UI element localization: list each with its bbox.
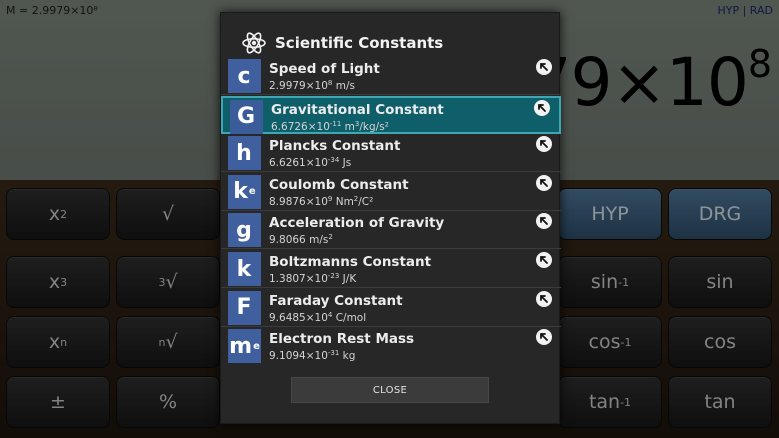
insert-arrow-icon[interactable]	[534, 99, 550, 116]
constant-row[interactable]: c Speed of Light 2.9979×108 m/s	[221, 57, 561, 95]
constant-symbol-tile: g	[228, 213, 261, 248]
constant-row[interactable]: h Plancks Constant 6.6261×10-34 Js	[221, 134, 561, 173]
constant-symbol: k	[236, 256, 252, 282]
constant-symbol: k	[233, 179, 248, 205]
close-button[interactable]: CLOSE	[291, 377, 489, 403]
constant-name: Plancks Constant	[269, 138, 401, 155]
constant-name: Boltzmanns Constant	[269, 254, 432, 270]
constant-symbol: F	[236, 295, 252, 321]
insert-arrow-icon[interactable]	[536, 59, 552, 75]
constant-name: Electron Rest Mass	[269, 331, 415, 348]
insert-arrow-icon[interactable]	[536, 290, 552, 307]
constant-value: 6.6261×10-34 Js	[269, 156, 352, 170]
constant-symbol-tile: me	[228, 329, 261, 363]
constant-name: Acceleration of Gravity	[269, 215, 445, 232]
constant-symbol-tile: ke	[228, 174, 261, 209]
constant-symbol: c	[237, 63, 251, 89]
constant-value: 9.6485×104 C/mol	[269, 310, 367, 324]
dialog-header: Scientific Constants	[221, 13, 561, 57]
constant-value: 2.9979×108 m/s	[269, 79, 355, 92]
constant-symbol-subscript: e	[248, 186, 256, 198]
constant-symbol-tile: k	[228, 252, 261, 286]
constant-symbol-subscript: e	[253, 340, 260, 352]
insert-arrow-icon[interactable]	[536, 213, 552, 230]
constant-row[interactable]: g Acceleration of Gravity 9.8066 m/s2	[221, 211, 561, 250]
constant-row[interactable]: k Boltzmanns Constant 1.3807×10-23 J/K	[221, 250, 561, 288]
constant-value: 1.3807×10-23 J/K	[269, 272, 357, 285]
constant-value: 9.1094×10-31 kg	[269, 349, 356, 363]
atom-icon	[242, 32, 266, 54]
insert-arrow-icon[interactable]	[536, 329, 552, 346]
constant-row[interactable]: F Faraday Constant 9.6485×104 C/mol	[221, 289, 561, 327]
constant-symbol-tile: F	[228, 290, 261, 325]
constant-symbol: G	[236, 104, 256, 130]
constant-symbol-tile: c	[228, 59, 261, 93]
constant-row[interactable]: k e Coulomb Constant 8.9876×109 Nm2/C²	[221, 173, 561, 211]
constant-symbol: h	[236, 140, 252, 166]
constant-row[interactable]: G Gravitational Constant 6.6726×10-11 m3/k…	[221, 95, 561, 134]
constant-name: Faraday Constant	[269, 292, 403, 309]
constant-symbol-tile: G	[230, 99, 263, 134]
constant-symbol: g	[236, 217, 252, 243]
constant-value: 6.6726×10-11 m3/kg/s²	[271, 119, 389, 133]
constant-name: Gravitational Constant	[271, 101, 444, 118]
constant-name: Coulomb Constant	[269, 176, 409, 193]
constant-name: Speed of Light	[269, 61, 380, 77]
constant-row[interactable]: m e Electron Rest Mass 9.1094×10-31 kg	[221, 327, 561, 363]
insert-arrow-icon[interactable]	[536, 136, 552, 153]
insert-arrow-icon[interactable]	[536, 174, 552, 191]
constant-symbol-tile: h	[228, 136, 261, 171]
constants-list[interactable]: c Speed of Light 2.9979×108 m/s G Gravitatio…	[221, 57, 561, 363]
dialog-title: Scientific Constants	[275, 34, 444, 52]
constant-symbol: m	[229, 333, 253, 359]
insert-arrow-icon[interactable]	[536, 252, 552, 268]
constant-value: 9.8066 m/s2	[269, 233, 333, 247]
constant-value: 8.9876×109 Nm2/C²	[269, 194, 374, 208]
constants-dialog: Scientific Constants c Speed of Light 2.99…	[220, 12, 561, 424]
